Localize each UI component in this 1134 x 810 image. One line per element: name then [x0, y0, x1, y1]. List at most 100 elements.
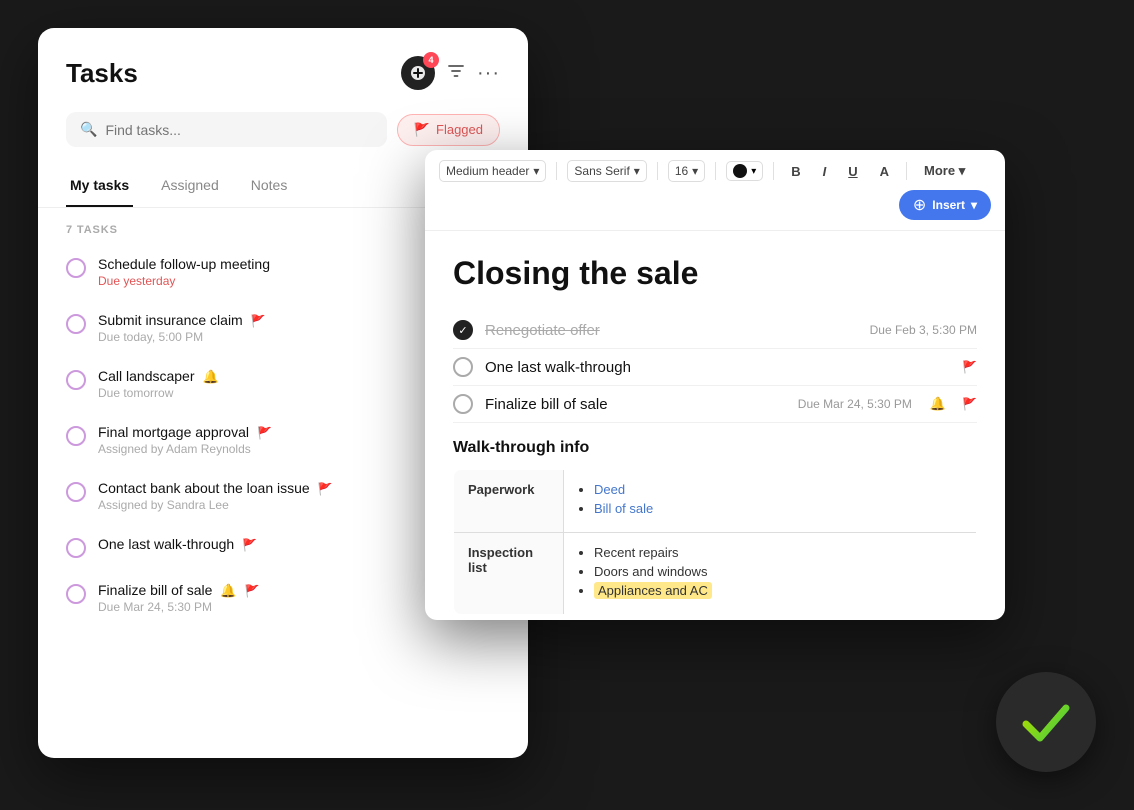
table-content-cell: Recent repairs Doors and windows Applian… [564, 533, 977, 615]
list-item: Recent repairs [594, 545, 962, 560]
bold-button[interactable]: B [784, 161, 807, 182]
flag-icon: 🚩 [414, 122, 430, 138]
text-color-button[interactable]: A [873, 161, 896, 182]
bullet-list: Recent repairs Doors and windows Applian… [578, 545, 962, 598]
format-select[interactable]: Medium header ▾ [439, 160, 546, 182]
checkmark-icon [1016, 692, 1076, 752]
tasks-toolbar: 4 ··· [401, 56, 500, 90]
task-name: Final mortgage approval [98, 424, 249, 440]
toolbar-divider [906, 162, 907, 180]
section-heading: Walk-through info [453, 439, 977, 457]
task-name: One last walk-through [98, 536, 234, 552]
doc-task-due: Due Mar 24, 5:30 PM [798, 397, 912, 411]
doc-task-checkbox[interactable] [453, 357, 473, 377]
doc-task-due: Due Feb 3, 5:30 PM [870, 323, 977, 337]
doc-task-checkbox[interactable]: ✓ [453, 320, 473, 340]
chevron-down-icon: ▾ [533, 164, 539, 178]
format-label: Medium header [446, 164, 529, 178]
font-select[interactable]: Sans Serif ▾ [567, 160, 646, 182]
flag-icon: 🚩 [245, 584, 260, 598]
bell-icon: 🔔 [203, 369, 219, 385]
tasks-title-row: Tasks 4 ··· [66, 56, 500, 90]
flagged-label: Flagged [436, 122, 483, 137]
bell-icon: 🔔 [220, 583, 236, 599]
tasks-header: Tasks 4 ··· 🔍 [38, 28, 528, 147]
tab-notes[interactable]: Notes [247, 167, 292, 207]
add-icon [410, 65, 426, 81]
editor-toolbar: Medium header ▾ Sans Serif ▾ 16 ▾ ▾ B I … [425, 150, 1005, 231]
highlighted-item: Appliances and AC [594, 582, 712, 599]
search-row: 🔍 🚩 Flagged [66, 112, 500, 147]
bullet-list: Deed Bill of sale [578, 482, 962, 516]
task-checkbox[interactable] [66, 426, 86, 446]
flag-icon: 🚩 [257, 426, 272, 440]
color-dot [733, 164, 747, 178]
size-label: 16 [675, 164, 688, 178]
bill-of-sale-link[interactable]: Bill of sale [594, 501, 653, 516]
task-checkbox[interactable] [66, 314, 86, 334]
more-options-icon[interactable]: ··· [477, 62, 500, 85]
tab-assigned[interactable]: Assigned [157, 167, 223, 207]
task-checkbox[interactable] [66, 482, 86, 502]
task-name: Call landscaper [98, 368, 195, 384]
chevron-down-icon: ▾ [959, 163, 966, 178]
more-button[interactable]: More ▾ [917, 160, 972, 182]
chevron-down-icon: ▾ [692, 164, 698, 178]
flag-icon: 🚩 [242, 538, 257, 552]
info-table: Paperwork Deed Bill of sale Inspection l… [453, 469, 977, 615]
list-item: Appliances and AC [594, 583, 962, 598]
task-checkbox[interactable] [66, 258, 86, 278]
chevron-down-icon: ▾ [751, 166, 756, 177]
filter-icon[interactable] [447, 62, 465, 85]
table-header-cell: Paperwork [454, 470, 564, 533]
flag-icon: 🚩 [962, 397, 977, 411]
insert-button[interactable]: ⊕ Insert ▾ [899, 190, 991, 220]
chevron-down-icon: ▾ [634, 164, 640, 178]
toolbar-divider [773, 162, 774, 180]
toolbar-divider [715, 162, 716, 180]
table-row: Inspection list Recent repairs Doors and… [454, 533, 977, 615]
table-header-cell: Inspection list [454, 533, 564, 615]
color-picker[interactable]: ▾ [726, 161, 763, 181]
table-row: Paperwork Deed Bill of sale [454, 470, 977, 533]
flag-icon: 🚩 [251, 314, 266, 328]
editor-content: Closing the sale ✓ Renegotiate offer Due… [425, 231, 1005, 620]
doc-task-name: Finalize bill of sale [485, 396, 786, 413]
font-label: Sans Serif [574, 164, 629, 178]
toolbar-divider [657, 162, 658, 180]
deed-link[interactable]: Deed [594, 482, 625, 497]
list-item: Doors and windows [594, 564, 962, 579]
flagged-button[interactable]: 🚩 Flagged [397, 114, 500, 146]
doc-task-checkbox[interactable] [453, 394, 473, 414]
flag-icon: 🚩 [318, 482, 333, 496]
task-name: Submit insurance claim [98, 312, 243, 328]
italic-button[interactable]: I [816, 161, 834, 182]
task-name: Contact bank about the loan issue [98, 480, 310, 496]
doc-task-row: Finalize bill of sale Due Mar 24, 5:30 P… [453, 386, 977, 423]
tasks-title: Tasks [66, 58, 138, 89]
doc-title: Closing the sale [453, 255, 977, 292]
doc-task-row: ✓ Renegotiate offer Due Feb 3, 5:30 PM [453, 312, 977, 349]
tab-my-tasks[interactable]: My tasks [66, 167, 133, 207]
task-checkbox[interactable] [66, 584, 86, 604]
doc-task-name: Renegotiate offer [485, 322, 858, 339]
add-task-button[interactable]: 4 [401, 56, 435, 90]
add-task-badge: 4 [423, 52, 439, 68]
search-input-wrap: 🔍 [66, 112, 387, 147]
table-content-cell: Deed Bill of sale [564, 470, 977, 533]
search-icon: 🔍 [80, 121, 97, 138]
search-input[interactable] [105, 122, 372, 138]
doc-task-row: One last walk-through 🚩 [453, 349, 977, 386]
bell-icon: 🔔 [930, 396, 946, 412]
flag-icon: 🚩 [962, 360, 977, 374]
checkmark-badge [996, 672, 1096, 772]
task-name: Finalize bill of sale [98, 582, 212, 598]
toolbar-divider [556, 162, 557, 180]
doc-task-name: One last walk-through [485, 359, 926, 376]
underline-button[interactable]: U [841, 161, 864, 182]
insert-label: Insert [932, 198, 965, 212]
size-select[interactable]: 16 ▾ [668, 160, 705, 182]
task-checkbox[interactable] [66, 370, 86, 390]
editor-panel: Medium header ▾ Sans Serif ▾ 16 ▾ ▾ B I … [425, 150, 1005, 620]
task-checkbox[interactable] [66, 538, 86, 558]
